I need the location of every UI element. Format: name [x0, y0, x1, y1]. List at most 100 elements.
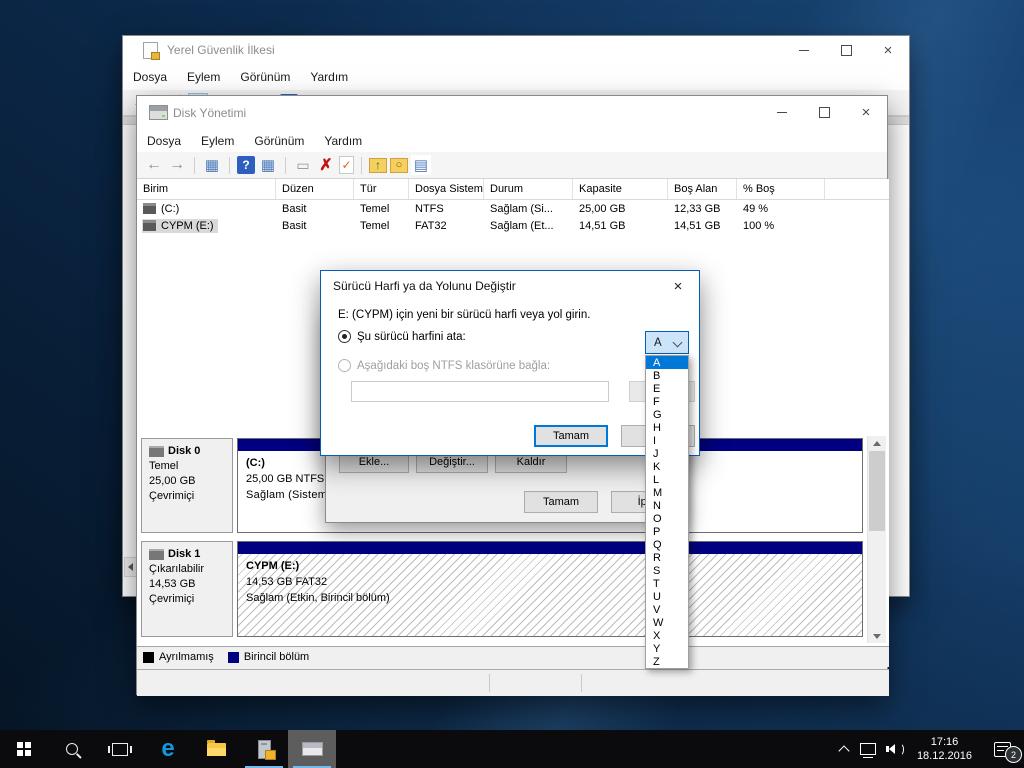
drive-letter-option[interactable]: A: [646, 356, 688, 369]
drive-letter-option[interactable]: K: [646, 460, 688, 473]
scroll-up-button[interactable]: [868, 436, 886, 450]
drive-letter-option[interactable]: T: [646, 577, 688, 590]
disk-management-button[interactable]: [288, 730, 336, 768]
column-header[interactable]: Durum: [484, 179, 573, 199]
action-callout-icon[interactable]: ▭: [293, 155, 313, 175]
vertical-scrollbar[interactable]: [867, 436, 886, 643]
drive-letter-option[interactable]: E: [646, 382, 688, 395]
menu-item[interactable]: Dosya: [137, 129, 191, 152]
tray-expand-button[interactable]: [833, 730, 855, 768]
console-tree-icon[interactable]: ▦: [202, 155, 222, 175]
minimize-button[interactable]: [761, 96, 803, 129]
drive-letter-option[interactable]: O: [646, 512, 688, 525]
drive-letter-option[interactable]: I: [646, 434, 688, 447]
drive-letter-option[interactable]: U: [646, 590, 688, 603]
mount-folder-label: Aşağıdaki boş NTFS klasörüne bağla:: [357, 360, 550, 372]
lsp-window-title: Yerel Güvenlik İlkesi: [167, 43, 275, 57]
menu-item[interactable]: Görünüm: [230, 64, 300, 90]
close-button[interactable]: ×: [867, 36, 909, 64]
drive-letter-option[interactable]: J: [646, 447, 688, 460]
column-header[interactable]: Birim: [137, 179, 276, 199]
drive-letter-option[interactable]: H: [646, 421, 688, 434]
separator: [361, 157, 362, 174]
volume-row[interactable]: CYPM (E:) Basit Temel FAT32 Sağlam (Et..…: [137, 217, 889, 234]
properties-icon[interactable]: ▤: [411, 155, 431, 175]
radio-unchecked-icon[interactable]: [338, 359, 351, 372]
drive-letter-option[interactable]: G: [646, 408, 688, 421]
drive-letter-option[interactable]: N: [646, 499, 688, 512]
mount-path-input[interactable]: [351, 381, 609, 402]
drive-letter-option[interactable]: Y: [646, 642, 688, 655]
drive-letter-option[interactable]: S: [646, 564, 688, 577]
assign-letter-radio-row[interactable]: Şu sürücü harfini ata:: [338, 330, 466, 343]
drive-letter-option[interactable]: V: [646, 603, 688, 616]
drive-letter-option[interactable]: B: [646, 369, 688, 382]
menu-item[interactable]: Yardım: [300, 64, 358, 90]
find-folder-icon[interactable]: ○: [390, 158, 408, 173]
cell-capacity: 25,00 GB: [573, 200, 668, 217]
dialog-titlebar[interactable]: Sürücü Harfi ya da Yolunu Değiştir: [321, 271, 699, 301]
drive-letter-option[interactable]: X: [646, 629, 688, 642]
scroll-down-button[interactable]: [868, 629, 886, 643]
ok-button[interactable]: Tamam: [524, 491, 598, 513]
maximize-button[interactable]: [825, 36, 867, 64]
column-header[interactable]: Tür: [354, 179, 409, 199]
column-header[interactable]: % Boş: [737, 179, 825, 199]
drive-letter-option[interactable]: L: [646, 473, 688, 486]
drive-letter-option[interactable]: Z: [646, 655, 688, 668]
minimize-button[interactable]: [783, 36, 825, 64]
menu-item[interactable]: Yardım: [314, 129, 372, 152]
file-explorer-button[interactable]: [192, 730, 240, 768]
scrollbar-thumb[interactable]: [869, 451, 885, 531]
menu-item[interactable]: Görünüm: [244, 129, 314, 152]
drive-letter-option[interactable]: M: [646, 486, 688, 499]
menu-item[interactable]: Dosya: [123, 64, 177, 90]
task-view-button[interactable]: [96, 730, 144, 768]
volume-icon: [143, 220, 156, 231]
network-tray-button[interactable]: [855, 730, 881, 768]
cell-filesystem: FAT32: [409, 217, 484, 234]
delete-icon[interactable]: ✗: [316, 155, 336, 175]
dm-titlebar[interactable]: Disk Yönetimi ×: [137, 96, 887, 129]
ok-button[interactable]: Tamam: [534, 425, 608, 447]
volume-row[interactable]: (C:) Basit Temel NTFS Sağlam (Si... 25,0…: [137, 200, 889, 217]
edge-button[interactable]: e: [144, 730, 192, 768]
dialog-close-button[interactable]: ×: [657, 271, 699, 301]
drive-letter-option[interactable]: P: [646, 525, 688, 538]
disk1-label[interactable]: Disk 1 Çıkarılabilir 14,53 GB Çevrimiçi: [141, 541, 233, 637]
close-button[interactable]: ×: [845, 96, 887, 129]
drive-letter-option[interactable]: F: [646, 395, 688, 408]
column-header[interactable]: Düzen: [276, 179, 354, 199]
search-button[interactable]: [48, 730, 96, 768]
partition-cypm[interactable]: CYPM (E:) 14,53 GB FAT32 Sağlam (Etkin, …: [237, 541, 863, 637]
drive-letter-option[interactable]: W: [646, 616, 688, 629]
check-disk-icon[interactable]: ✓: [339, 156, 354, 174]
action-center-button[interactable]: 2: [980, 730, 1024, 768]
radio-checked-icon[interactable]: [338, 330, 351, 343]
help-icon[interactable]: ?: [237, 156, 255, 174]
cell-layout: Basit: [276, 217, 354, 234]
start-button[interactable]: [0, 730, 48, 768]
local-security-policy-button[interactable]: [240, 730, 288, 768]
forward-icon[interactable]: →: [167, 155, 187, 175]
security-policy-icon: [258, 740, 271, 759]
up-folder-icon[interactable]: ↑: [369, 158, 387, 173]
column-header[interactable]: Kapasite: [573, 179, 668, 199]
drive-letter-combobox[interactable]: A: [645, 331, 689, 354]
status-divider: [489, 674, 490, 692]
column-header[interactable]: Dosya Sistemi: [409, 179, 484, 199]
menu-item[interactable]: Eylem: [191, 129, 244, 152]
column-header[interactable]: Boş Alan: [668, 179, 737, 199]
maximize-button[interactable]: [803, 96, 845, 129]
disk0-label[interactable]: Disk 0 Temel 25,00 GB Çevrimiçi: [141, 438, 233, 533]
lsp-titlebar[interactable]: Yerel Güvenlik İlkesi ×: [123, 36, 909, 64]
show-hide-tree-icon[interactable]: ▦: [258, 155, 278, 175]
clock[interactable]: 17:16 18.12.2016: [909, 730, 980, 768]
mount-folder-radio-row[interactable]: Aşağıdaki boş NTFS klasörüne bağla:: [338, 359, 550, 372]
back-icon[interactable]: ←: [144, 155, 164, 175]
drive-letter-option[interactable]: Q: [646, 538, 688, 551]
volume-tray-button[interactable]: [881, 730, 909, 768]
menu-item[interactable]: Eylem: [177, 64, 230, 90]
drive-letter-option[interactable]: R: [646, 551, 688, 564]
speaker-icon: [886, 743, 904, 756]
